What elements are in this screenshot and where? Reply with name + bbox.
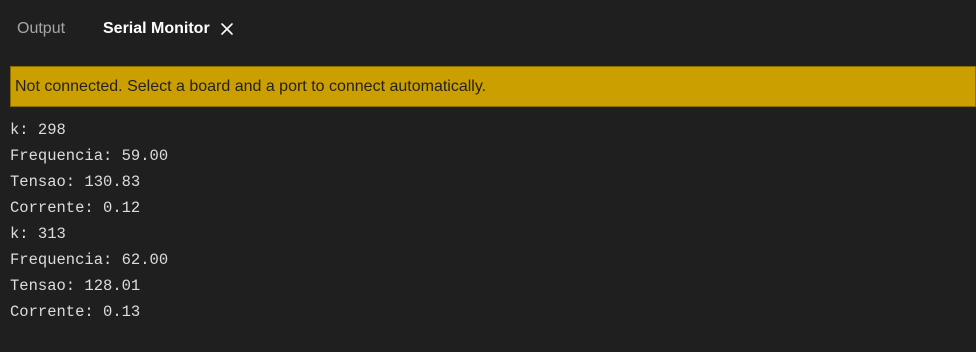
serial-monitor-panel: Output Serial Monitor Not connected. Sel…: [0, 0, 976, 352]
tab-serial-monitor-label: Serial Monitor: [103, 20, 210, 37]
console-line: Tensao: 130.83: [10, 173, 141, 191]
connection-warning-banner: Not connected. Select a board and a port…: [10, 66, 976, 107]
panel-tab-bar: Output Serial Monitor: [0, 0, 976, 50]
tab-serial-monitor[interactable]: Serial Monitor: [103, 18, 234, 40]
serial-output-console: k: 298 Frequencia: 59.00 Tensao: 130.83 …: [10, 117, 970, 352]
tab-output-label: Output: [17, 20, 66, 37]
tab-output[interactable]: Output: [17, 18, 65, 40]
console-line: Corrente: 0.12: [10, 199, 141, 217]
close-icon[interactable]: [220, 22, 234, 36]
console-line: Tensao: 128.01: [10, 277, 141, 295]
console-line: Frequencia: 59.00: [10, 147, 169, 165]
console-line: Frequencia: 62.00: [10, 251, 169, 269]
connection-warning-text: Not connected. Select a board and a port…: [15, 77, 487, 95]
console-line: k: 298: [10, 121, 66, 139]
console-line: k: 313: [10, 225, 66, 243]
console-line: Corrente: 0.13: [10, 303, 141, 321]
